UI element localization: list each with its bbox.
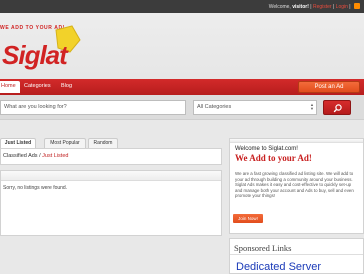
username: visitor! bbox=[292, 4, 309, 10]
sponsored-title: Sponsored Links bbox=[234, 243, 292, 253]
siglat-logo[interactable]: Siglat bbox=[0, 22, 82, 74]
results-header bbox=[1, 171, 221, 181]
results-panel: Sorry, no listings were found. bbox=[0, 170, 222, 236]
tab-just-listed[interactable]: Just Listed bbox=[0, 138, 36, 148]
search-button[interactable] bbox=[323, 100, 351, 115]
category-select[interactable]: All Categories ▲ ▼ bbox=[193, 100, 317, 115]
tab-random[interactable]: Random bbox=[88, 138, 118, 148]
join-now-button[interactable]: Join Now! bbox=[233, 214, 263, 223]
welcome-prefix: Welcome, bbox=[268, 4, 291, 10]
divider bbox=[230, 254, 363, 255]
post-ad-button[interactable]: Post an Ad bbox=[298, 81, 360, 93]
select-arrows-icon: ▲ ▼ bbox=[310, 102, 314, 111]
breadcrumb: Classified Ads / Just Listed bbox=[0, 148, 222, 165]
top-bar: Welcome, visitor! | Register | Login | bbox=[0, 0, 364, 13]
sponsored-ad-link[interactable]: Dedicated Server bbox=[236, 261, 321, 273]
tab-home[interactable]: Home bbox=[0, 81, 20, 93]
rss-icon[interactable] bbox=[354, 3, 360, 9]
category-select-value: All Categories bbox=[197, 104, 232, 110]
welcome-title: Welcome to Siglat.com! bbox=[235, 146, 298, 152]
sponsored-links-box: Sponsored Links Dedicated Server bbox=[229, 238, 364, 274]
magnifier-icon bbox=[333, 104, 342, 113]
site-header: WE ADD TO YOUR AD! Siglat bbox=[0, 13, 364, 79]
tab-most-popular[interactable]: Most Popular bbox=[44, 138, 86, 148]
tab-categories[interactable]: Categories bbox=[24, 83, 51, 89]
account-links: Welcome, visitor! | Register | Login | bbox=[269, 3, 360, 10]
login-link[interactable]: Login bbox=[336, 4, 348, 10]
breadcrumb-root[interactable]: Classified Ads bbox=[3, 153, 38, 159]
tab-blog[interactable]: Blog bbox=[61, 83, 72, 89]
breadcrumb-current: Just Listed bbox=[42, 153, 69, 159]
logo-text: Siglat bbox=[2, 40, 69, 70]
welcome-slogan: We Add to your Ad! bbox=[235, 153, 312, 163]
welcome-body: We are a fast growing classified ad list… bbox=[235, 171, 354, 199]
register-link[interactable]: Register bbox=[313, 4, 332, 10]
search-input[interactable]: What are you looking for? bbox=[0, 100, 186, 115]
empty-message: Sorry, no listings were found. bbox=[3, 185, 68, 191]
separator: | bbox=[347, 4, 351, 10]
welcome-box-header bbox=[230, 139, 363, 143]
